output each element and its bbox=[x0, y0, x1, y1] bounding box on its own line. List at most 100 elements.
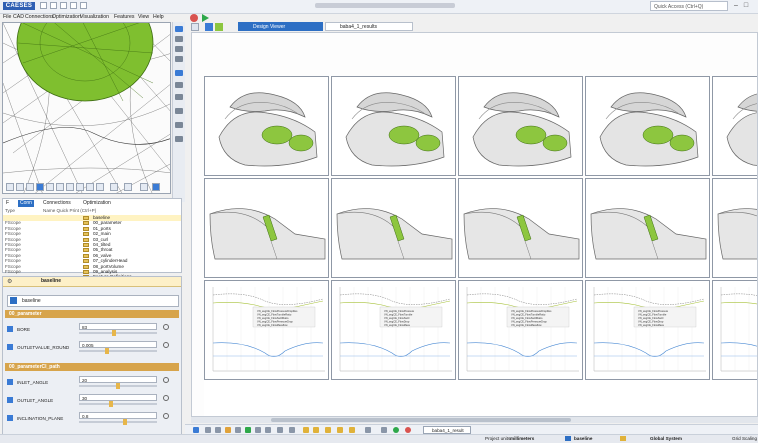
3d-viewport[interactable] bbox=[2, 22, 171, 194]
home-view-icon[interactable] bbox=[6, 183, 14, 191]
transform-icon[interactable] bbox=[175, 82, 183, 88]
pen-icon[interactable] bbox=[175, 122, 183, 128]
menu-help[interactable]: Help bbox=[153, 14, 164, 20]
link-icon[interactable] bbox=[365, 427, 371, 433]
menu-connections[interactable]: Connections bbox=[25, 14, 54, 20]
menu-view[interactable]: View bbox=[138, 14, 149, 20]
export-icon[interactable] bbox=[289, 427, 295, 433]
menu-file[interactable]: File bbox=[3, 14, 11, 20]
measure-icon[interactable] bbox=[66, 183, 74, 191]
marker-icon[interactable] bbox=[349, 427, 355, 433]
parameter-value-input[interactable]: 83 bbox=[79, 323, 157, 330]
add-icon[interactable] bbox=[245, 427, 251, 433]
offset-icon[interactable] bbox=[175, 108, 183, 114]
minimize-icon[interactable]: – bbox=[732, 2, 740, 10]
port-top-view-image[interactable] bbox=[204, 76, 329, 176]
flag-icon[interactable] bbox=[325, 427, 331, 433]
extrude-icon[interactable] bbox=[175, 136, 183, 142]
section-header[interactable]: 00_parameterCl_path bbox=[5, 363, 179, 371]
slider-knob[interactable] bbox=[116, 383, 120, 389]
scroll-thumb[interactable] bbox=[271, 418, 571, 422]
fit-icon[interactable] bbox=[193, 427, 199, 433]
menu-visualization[interactable]: Visualization bbox=[80, 14, 109, 20]
port-top-view-image[interactable] bbox=[458, 76, 583, 176]
grid-icon[interactable] bbox=[86, 183, 94, 191]
port-side-view-image[interactable] bbox=[204, 178, 329, 278]
result-chart[interactable]: VN_avgCE_FlowPressure VN_avgCE_FlowTumble… bbox=[331, 280, 456, 380]
maximize-icon[interactable]: □ bbox=[742, 2, 750, 10]
result-select[interactable]: baba4_1_result bbox=[423, 426, 471, 434]
mesh-icon[interactable] bbox=[175, 94, 183, 100]
section-icon[interactable] bbox=[76, 183, 84, 191]
menu-optimization[interactable]: Optimization bbox=[52, 14, 81, 20]
zoom-icon[interactable] bbox=[205, 427, 211, 433]
panel-tab-connections[interactable]: Connections bbox=[43, 200, 71, 207]
shading-icon[interactable] bbox=[215, 23, 223, 31]
reset-icon[interactable] bbox=[163, 413, 169, 419]
panel-tab-optimization[interactable]: Optimization bbox=[83, 200, 111, 207]
slider-knob[interactable] bbox=[112, 330, 117, 336]
port-side-view-image[interactable] bbox=[458, 178, 583, 278]
parameter-slider[interactable] bbox=[79, 348, 157, 354]
parameter-slider[interactable] bbox=[79, 330, 157, 336]
axis-icon[interactable] bbox=[110, 183, 118, 191]
side-view-icon[interactable] bbox=[56, 183, 64, 191]
port-side-view-image[interactable] bbox=[712, 178, 757, 278]
rotate-icon[interactable] bbox=[140, 183, 148, 191]
parameter-value-input[interactable]: 20 bbox=[79, 376, 157, 383]
port-side-view-image[interactable] bbox=[585, 178, 710, 278]
section-header[interactable]: 00_parameter bbox=[5, 310, 179, 318]
object-selector[interactable]: baseline bbox=[7, 295, 179, 307]
reset-icon[interactable] bbox=[163, 395, 169, 401]
front-view-icon[interactable] bbox=[26, 183, 34, 191]
port-top-view-image[interactable] bbox=[331, 76, 456, 176]
pan-icon[interactable] bbox=[215, 427, 221, 433]
parameter-value-input[interactable]: 30 bbox=[79, 394, 157, 401]
result-chart[interactable]: VN_avgCE_FlowPressureDropResVN_avgCE_Flo… bbox=[712, 280, 757, 380]
port-top-view-image[interactable] bbox=[585, 76, 710, 176]
slider-knob[interactable] bbox=[104, 348, 109, 354]
record-icon[interactable] bbox=[405, 427, 411, 433]
top-view-icon[interactable] bbox=[46, 183, 54, 191]
gear-icon[interactable]: ⚙ bbox=[7, 278, 12, 285]
slider-knob[interactable] bbox=[123, 419, 128, 425]
reset-icon[interactable] bbox=[163, 324, 169, 330]
cursor-icon[interactable] bbox=[381, 427, 387, 433]
parameter-slider[interactable] bbox=[79, 383, 157, 389]
panel-tab-f[interactable]: F bbox=[6, 200, 9, 207]
reset-icon[interactable] bbox=[163, 377, 169, 383]
new-icon[interactable] bbox=[40, 2, 47, 9]
tab-results[interactable]: baba4_1_results bbox=[325, 22, 413, 31]
solid-icon[interactable] bbox=[175, 70, 183, 76]
horizontal-scrollbar[interactable] bbox=[191, 417, 758, 423]
save-icon[interactable] bbox=[60, 2, 67, 9]
parameter-value-input[interactable]: 0.005 bbox=[79, 341, 157, 348]
panel-tab-cad[interactable]: Conn bbox=[18, 200, 34, 207]
surface-icon[interactable] bbox=[175, 56, 183, 62]
menu-features[interactable]: Features bbox=[114, 14, 134, 20]
camera-icon[interactable] bbox=[205, 23, 213, 31]
table-icon[interactable] bbox=[265, 427, 271, 433]
undo-icon[interactable] bbox=[70, 2, 77, 9]
star-icon[interactable] bbox=[303, 427, 309, 433]
redo-icon[interactable] bbox=[80, 2, 87, 9]
line-icon[interactable] bbox=[175, 36, 183, 42]
quick-access-input[interactable]: Quick Access (Ctrl+Q) bbox=[650, 1, 728, 11]
filter-icon[interactable] bbox=[235, 427, 241, 433]
result-chart[interactable]: VN_avgCE_FlowPressureDropResVN_avgCE_Flo… bbox=[204, 280, 329, 380]
pencil-icon[interactable] bbox=[225, 427, 231, 433]
run-icon[interactable] bbox=[202, 14, 209, 22]
play-icon[interactable] bbox=[393, 427, 399, 433]
slider-knob[interactable] bbox=[108, 401, 113, 407]
parameter-slider[interactable] bbox=[79, 401, 157, 407]
open-icon[interactable] bbox=[50, 2, 57, 9]
chart-icon[interactable] bbox=[277, 427, 283, 433]
menu-cad[interactable]: CAD bbox=[13, 14, 24, 20]
point-icon[interactable] bbox=[175, 26, 183, 32]
port-top-view-image[interactable] bbox=[712, 76, 757, 176]
result-chart[interactable]: VN_avgCE_FlowPressure VN_avgCE_FlowTumble… bbox=[585, 280, 710, 380]
copy-icon[interactable] bbox=[255, 427, 261, 433]
curve-icon[interactable] bbox=[175, 46, 183, 52]
stop-icon[interactable] bbox=[190, 14, 198, 22]
reset-icon[interactable] bbox=[163, 342, 169, 348]
